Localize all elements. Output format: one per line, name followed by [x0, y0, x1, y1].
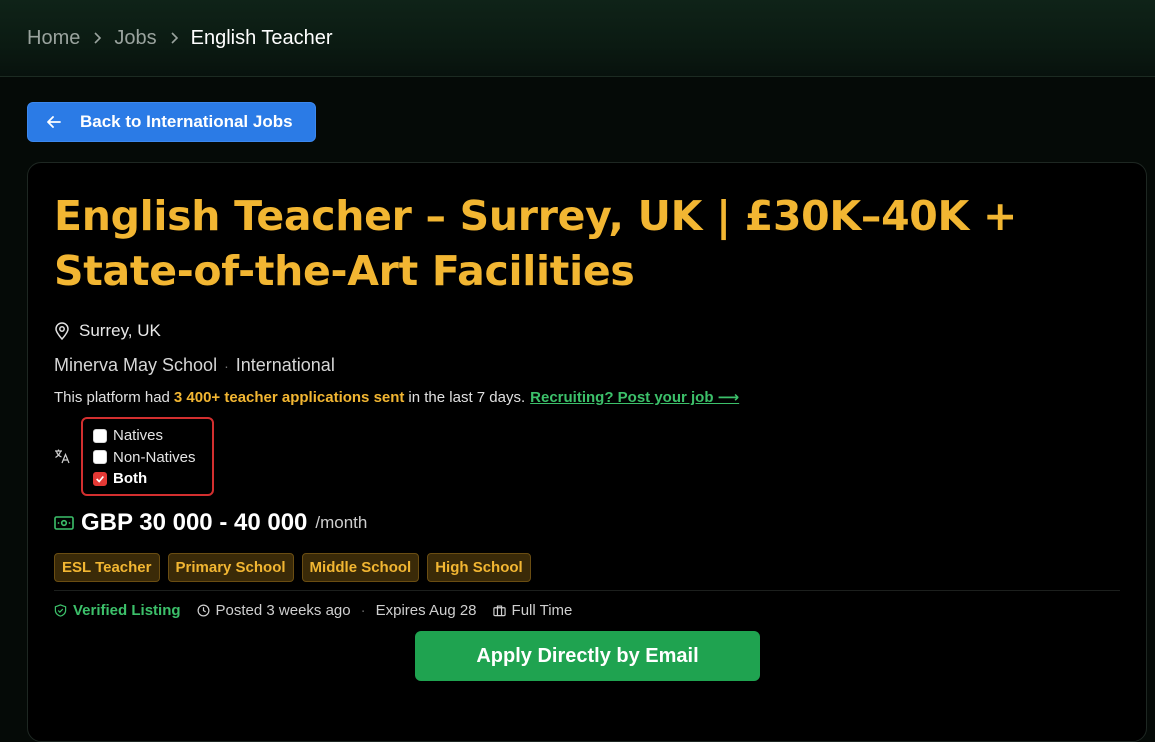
chevron-right-icon — [157, 32, 191, 44]
tag-esl-teacher[interactable]: ESL Teacher — [54, 553, 160, 582]
option-natives[interactable]: Natives — [93, 425, 202, 447]
dot-separator: · — [360, 602, 366, 619]
check-icon — [96, 475, 104, 483]
company-line: Minerva May School · International — [54, 355, 335, 376]
job-card: English Teacher – Surrey, UK | £30K–40K … — [27, 162, 1147, 742]
option-label: Non-Natives — [113, 448, 196, 466]
breadcrumb-current: English Teacher — [190, 26, 333, 49]
posted-date: Posted 3 weeks ago — [215, 602, 351, 619]
banknote-icon — [54, 516, 74, 530]
tag-list: ESL Teacher Primary School Middle School… — [54, 553, 539, 582]
tag-middle-school[interactable]: Middle School — [301, 553, 420, 582]
expiry-date: Expires Aug 28 — [375, 602, 477, 619]
location-text: Surrey, UK — [79, 321, 161, 340]
platform-stat: This platform had 3 400+ teacher applica… — [54, 388, 739, 407]
breadcrumb-jobs[interactable]: Jobs — [114, 27, 156, 50]
divider — [54, 590, 1120, 591]
option-both[interactable]: Both — [93, 468, 202, 490]
clock-icon — [197, 604, 210, 617]
translate-icon — [55, 449, 70, 464]
checkbox-natives[interactable] — [93, 428, 107, 443]
back-button-label: Back to International Jobs — [80, 112, 293, 131]
breadcrumb-home[interactable]: Home — [27, 27, 80, 50]
salary-period: /month — [315, 513, 368, 532]
shield-check-icon — [54, 604, 67, 617]
option-label: Both — [113, 470, 148, 488]
job-title: English Teacher – Surrey, UK | £30K–40K … — [54, 192, 1018, 295]
employment-type: Full Time — [511, 602, 573, 619]
tag-high-school[interactable]: High School — [427, 553, 531, 582]
checkbox-non-natives[interactable] — [93, 450, 107, 465]
option-label: Natives — [113, 427, 164, 445]
breadcrumb-bar: Home Jobs English Teacher — [0, 0, 1155, 77]
job-meta: Verified Listing Posted 3 weeks ago · Ex… — [54, 602, 572, 619]
language-filter: Natives Non-Natives Both — [81, 417, 214, 496]
dot-separator: · — [224, 357, 229, 374]
checkbox-both[interactable] — [93, 471, 107, 486]
job-category: International — [235, 355, 335, 375]
stat-prefix: This platform had — [54, 388, 170, 406]
post-job-link[interactable]: Recruiting? Post your job ⟶ — [530, 388, 739, 406]
map-pin-icon — [55, 322, 69, 340]
company-name: Minerva May School — [54, 355, 218, 375]
stat-suffix: in the last 7 days. — [408, 388, 526, 406]
salary-line: GBP 30 000 - 40 000 /month — [54, 509, 367, 537]
arrow-left-icon — [47, 116, 61, 128]
verified-badge: Verified Listing — [73, 602, 181, 619]
salary-amount: GBP 30 000 - 40 000 — [81, 509, 308, 536]
stat-highlight: 3 400+ teacher applications sent — [173, 388, 405, 406]
back-to-jobs-button[interactable]: Back to International Jobs — [27, 102, 316, 142]
chevron-right-icon — [80, 32, 114, 44]
tag-primary-school[interactable]: Primary School — [167, 553, 294, 582]
apply-by-email-button[interactable]: Apply Directly by Email — [415, 631, 760, 681]
job-location: Surrey, UK — [54, 321, 161, 341]
option-non-natives[interactable]: Non-Natives — [93, 447, 202, 469]
briefcase-icon — [492, 605, 506, 617]
